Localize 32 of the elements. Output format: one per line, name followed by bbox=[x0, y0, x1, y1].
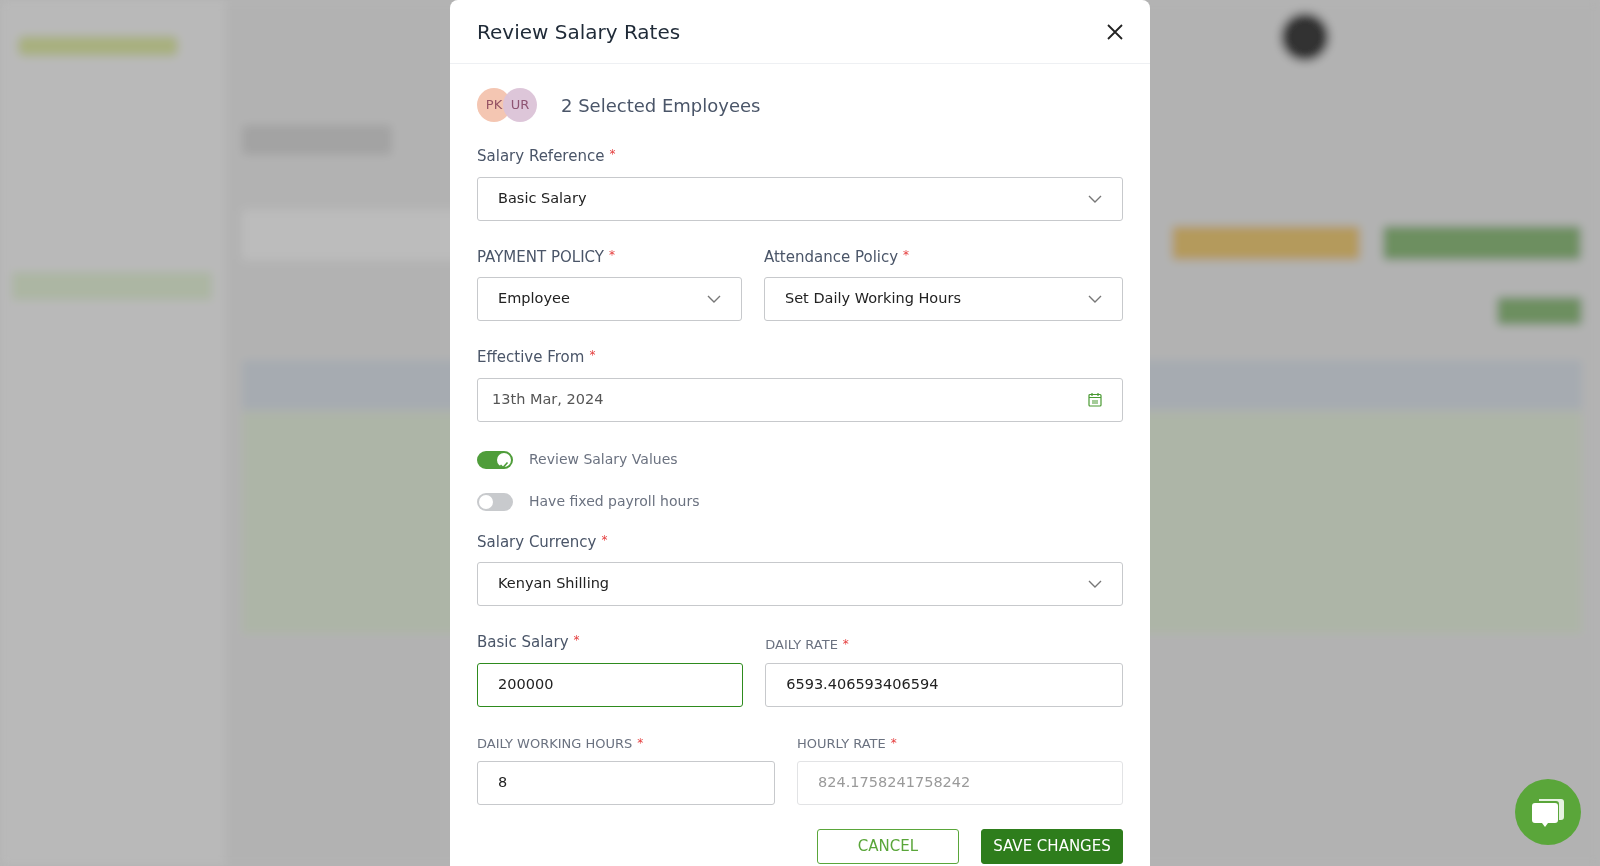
field-label: Salary Reference * bbox=[477, 146, 616, 167]
input-field: 824.1758241758242 bbox=[797, 761, 1123, 805]
field-label: PAYMENT POLICY * bbox=[477, 246, 615, 268]
field-label: Basic Salary * bbox=[477, 632, 580, 653]
close-icon[interactable] bbox=[1107, 23, 1123, 40]
field-label: Effective From * bbox=[477, 347, 596, 368]
avatar: UR bbox=[503, 88, 537, 122]
chevron-down-icon bbox=[1088, 580, 1102, 588]
select-field[interactable]: Basic Salary bbox=[477, 176, 1123, 221]
select-field[interactable]: Kenyan Shilling bbox=[477, 562, 1123, 606]
field-label: HOURLY RATE * bbox=[797, 734, 897, 753]
save-button[interactable]: SAVE CHANGES bbox=[981, 829, 1123, 864]
chevron-down-icon bbox=[1088, 295, 1102, 303]
toggle-switch[interactable] bbox=[477, 450, 513, 469]
dialog-title: Review Salary Rates bbox=[477, 18, 681, 46]
calendar-icon[interactable] bbox=[1088, 392, 1102, 407]
field-label: DAILY WORKING HOURS * bbox=[477, 734, 644, 753]
toggle-label: Review Salary Values bbox=[529, 450, 678, 469]
field-label: DAILY RATE * bbox=[765, 636, 849, 654]
input-field[interactable]: 8 bbox=[477, 761, 776, 805]
chevron-down-icon bbox=[1088, 194, 1102, 203]
chevron-down-icon bbox=[707, 295, 721, 303]
field-label: Salary Currency * bbox=[477, 531, 608, 553]
select-field[interactable]: Set Daily Working Hours bbox=[764, 277, 1123, 321]
selection-count: 2 Selected Employees bbox=[561, 93, 761, 118]
input-field[interactable]: 6593.406593406594 bbox=[765, 662, 1123, 707]
date-field[interactable]: 13th Mar, 2024 bbox=[477, 377, 1123, 422]
select-field[interactable]: Employee bbox=[477, 277, 742, 321]
field-label: Attendance Policy * bbox=[764, 246, 910, 268]
toggle-switch[interactable] bbox=[477, 492, 513, 511]
toggle-label: Have fixed payroll hours bbox=[529, 492, 700, 511]
input-field[interactable]: 200000 bbox=[477, 662, 744, 707]
